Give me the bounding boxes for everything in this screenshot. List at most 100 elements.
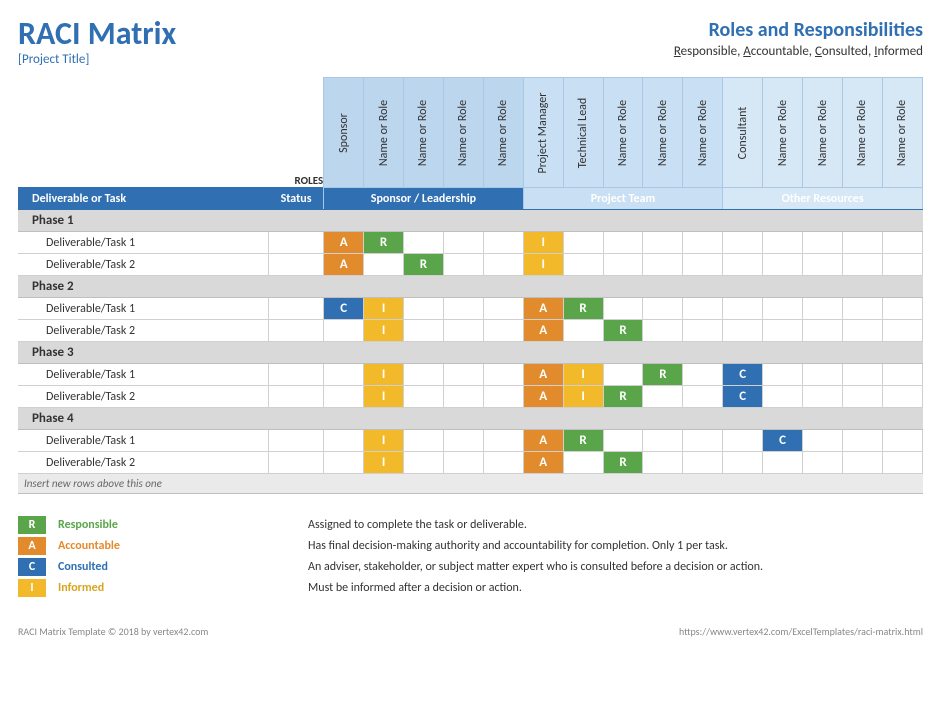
page-title: RACI Matrix [18, 18, 176, 50]
raci-cell [803, 232, 843, 254]
raci-cell [723, 452, 763, 474]
phase-header: Phase 1 [18, 210, 923, 232]
raci-cell [683, 430, 723, 452]
status-cell [269, 452, 324, 474]
raci-cell [603, 232, 643, 254]
raci-cell [882, 254, 922, 276]
raci-cell: R [563, 430, 603, 452]
raci-cell [443, 386, 483, 408]
legend-swatch: A [18, 537, 46, 555]
raci-cell [643, 232, 683, 254]
raci-cell: I [563, 364, 603, 386]
group-header: Other Resources [723, 188, 923, 210]
legend-name: Responsible [58, 518, 168, 532]
raci-cell [763, 254, 803, 276]
task-name: Deliverable/Task 2 [18, 452, 269, 474]
status-cell [269, 320, 324, 342]
raci-cell [563, 232, 603, 254]
role-header: Technical Lead [563, 78, 603, 188]
raci-cell [683, 320, 723, 342]
raci-cell [882, 232, 922, 254]
raci-cell [643, 298, 683, 320]
table-row: Deliverable/Task 2IAIRC [18, 386, 923, 408]
raci-cell [324, 364, 364, 386]
raci-cell: I [364, 452, 404, 474]
raci-cell [683, 254, 723, 276]
raci-cell [443, 298, 483, 320]
raci-cell [483, 430, 523, 452]
raci-matrix: ROLESSponsorName or RoleName or RoleName… [18, 77, 923, 494]
legend-inline: Responsible, Accountable, Consulted, Inf… [674, 44, 923, 59]
raci-cell: R [404, 254, 444, 276]
raci-cell: R [603, 320, 643, 342]
status-cell [269, 364, 324, 386]
raci-cell: I [364, 320, 404, 342]
group-header: Project Team [523, 188, 723, 210]
raci-cell: R [643, 364, 683, 386]
raci-cell [763, 452, 803, 474]
task-name: Deliverable/Task 1 [18, 364, 269, 386]
raci-cell [483, 364, 523, 386]
raci-cell [603, 430, 643, 452]
table-row: Deliverable/Task 2IAR [18, 452, 923, 474]
raci-cell [563, 254, 603, 276]
raci-cell [404, 452, 444, 474]
footer-right: https://www.vertex42.com/ExcelTemplates/… [679, 625, 923, 638]
table-row: Deliverable/Task 2IAR [18, 320, 923, 342]
raci-cell [404, 430, 444, 452]
raci-cell [404, 298, 444, 320]
role-header: Project Manager [523, 78, 563, 188]
legend-swatch: R [18, 516, 46, 534]
raci-cell: I [563, 386, 603, 408]
raci-cell [763, 298, 803, 320]
role-header: Name or Role [603, 78, 643, 188]
raci-cell [842, 364, 882, 386]
legend-row: RResponsibleAssigned to complete the tas… [18, 516, 923, 534]
task-name: Deliverable/Task 1 [18, 298, 269, 320]
raci-cell [483, 320, 523, 342]
raci-cell: I [364, 430, 404, 452]
raci-cell [842, 452, 882, 474]
raci-cell [842, 430, 882, 452]
legend-desc: Has final decision-making authority and … [308, 539, 728, 553]
raci-cell: A [523, 452, 563, 474]
raci-cell: C [723, 364, 763, 386]
raci-cell [882, 320, 922, 342]
raci-cell [803, 364, 843, 386]
legend-row: AAccountableHas final decision-making au… [18, 537, 923, 555]
raci-cell [803, 298, 843, 320]
raci-cell [404, 364, 444, 386]
role-header: Name or Role [842, 78, 882, 188]
raci-cell [842, 320, 882, 342]
raci-cell [723, 254, 763, 276]
phase-header: Phase 2 [18, 276, 923, 298]
table-row: Deliverable/Task 1IARC [18, 430, 923, 452]
task-name: Deliverable/Task 2 [18, 254, 269, 276]
role-header: Consultant [723, 78, 763, 188]
raci-cell [483, 254, 523, 276]
raci-cell [763, 364, 803, 386]
raci-cell: I [364, 386, 404, 408]
raci-cell [563, 452, 603, 474]
raci-cell [723, 430, 763, 452]
legend-name: Consulted [58, 560, 168, 574]
phase-header: Phase 3 [18, 342, 923, 364]
raci-cell: A [324, 232, 364, 254]
raci-cell [483, 298, 523, 320]
raci-cell [643, 452, 683, 474]
legend-swatch: C [18, 558, 46, 576]
raci-cell: A [523, 298, 563, 320]
legend-desc: Must be informed after a decision or act… [308, 581, 522, 595]
col-status-header: Status [269, 188, 324, 210]
raci-cell [643, 320, 683, 342]
raci-cell [563, 320, 603, 342]
raci-cell [443, 452, 483, 474]
roles-label: ROLES [18, 78, 324, 188]
raci-cell [882, 364, 922, 386]
raci-cell [324, 430, 364, 452]
raci-cell: C [324, 298, 364, 320]
raci-cell: A [324, 254, 364, 276]
phase-header: Phase 4 [18, 408, 923, 430]
raci-cell [364, 254, 404, 276]
raci-cell [404, 386, 444, 408]
